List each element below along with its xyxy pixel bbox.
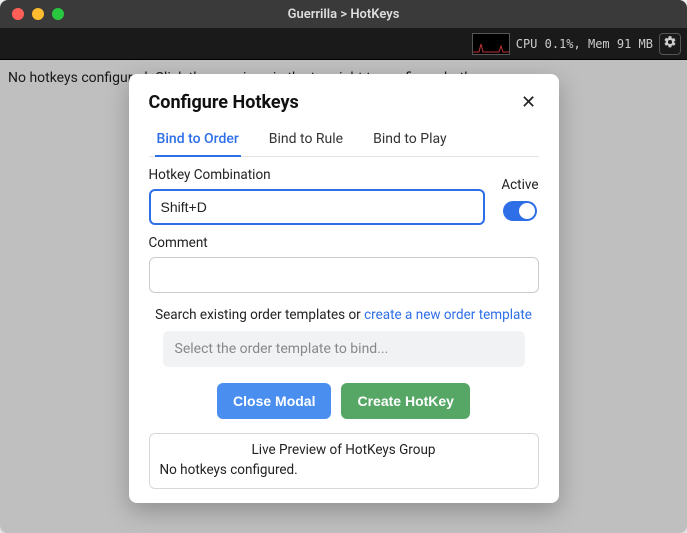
search-hint: Search existing order templates or creat… <box>149 307 539 323</box>
hotkey-label: Hotkey Combination <box>149 167 486 183</box>
traffic-lights <box>0 8 64 20</box>
close-modal-button[interactable]: Close Modal <box>217 383 331 419</box>
settings-button[interactable] <box>659 33 681 55</box>
create-template-link[interactable]: create a new order template <box>364 307 532 323</box>
modal-title: Configure Hotkeys <box>149 92 299 113</box>
close-button[interactable]: ✕ <box>519 93 539 113</box>
active-label: Active <box>501 177 538 193</box>
comment-label: Comment <box>149 235 539 251</box>
live-preview: Live Preview of HotKeys Group No hotkeys… <box>149 433 539 489</box>
tab-bind-to-order[interactable]: Bind to Order <box>155 125 241 157</box>
gear-icon <box>663 34 677 53</box>
toggle-knob <box>519 203 535 219</box>
system-stats: CPU 0.1%, Mem 91 MB <box>516 37 653 51</box>
template-select[interactable]: Select the order template to bind... <box>163 331 525 367</box>
preview-body: No hotkeys configured. <box>160 462 528 478</box>
tab-bind-to-play[interactable]: Bind to Play <box>371 125 449 157</box>
create-hotkey-button[interactable]: Create HotKey <box>341 383 469 419</box>
app-window: Guerrilla > HotKeys CPU 0.1%, Mem 91 MB … <box>0 0 687 533</box>
comment-input[interactable] <box>149 257 539 293</box>
titlebar: Guerrilla > HotKeys <box>0 0 687 28</box>
configure-hotkeys-modal: Configure Hotkeys ✕ Bind to Order Bind t… <box>129 74 559 503</box>
tabs: Bind to Order Bind to Rule Bind to Play <box>149 125 539 157</box>
window-title: Guerrilla > HotKeys <box>0 7 687 22</box>
window-maximize-button[interactable] <box>52 8 64 20</box>
window-close-button[interactable] <box>12 8 24 20</box>
tab-bind-to-rule[interactable]: Bind to Rule <box>267 125 345 157</box>
template-select-placeholder: Select the order template to bind... <box>175 341 389 357</box>
close-icon: ✕ <box>521 92 536 113</box>
cpu-graph <box>472 33 510 55</box>
active-toggle[interactable] <box>503 201 537 221</box>
search-hint-text: Search existing order templates or <box>155 307 364 323</box>
hotkey-input[interactable] <box>149 189 486 225</box>
window-minimize-button[interactable] <box>32 8 44 20</box>
preview-title: Live Preview of HotKeys Group <box>160 442 528 458</box>
toolbar: CPU 0.1%, Mem 91 MB <box>0 28 687 60</box>
